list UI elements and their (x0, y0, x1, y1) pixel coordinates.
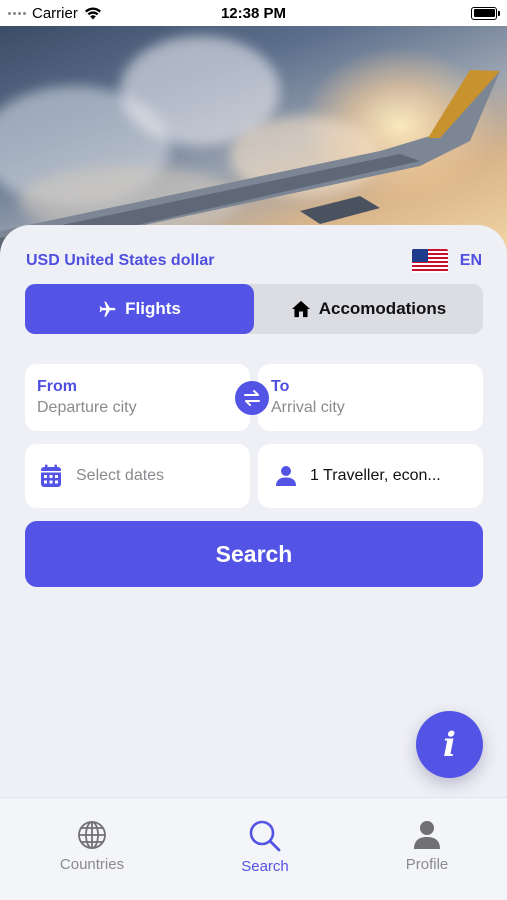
tab-profile[interactable]: Profile (377, 820, 477, 873)
dates-placeholder: Select dates (76, 467, 165, 484)
status-bar: Carrier 12:38 PM (0, 0, 507, 26)
signal-icon (8, 11, 26, 15)
tab-accomodations-label: Accomodations (318, 299, 447, 318)
tab-flights[interactable]: Flights (25, 284, 254, 334)
language-code: EN (459, 252, 482, 269)
search-button[interactable]: Search (25, 521, 483, 587)
tab-flights-label: Flights (125, 299, 181, 318)
from-placeholder: Departure city (37, 399, 137, 416)
calendar-icon (41, 464, 61, 487)
tab-profile-label: Profile (405, 856, 449, 873)
travellers-value: 1 Traveller, econ... (310, 467, 441, 484)
from-field[interactable]: From Departure city (25, 364, 250, 431)
dates-field[interactable]: Select dates (25, 444, 250, 508)
currency-selector[interactable]: USD United States dollar (26, 252, 214, 270)
wifi-icon (84, 7, 101, 20)
tab-countries[interactable]: Countries (42, 820, 142, 873)
globe-icon (78, 821, 106, 849)
to-field[interactable]: To Arrival city (258, 364, 483, 431)
tab-accomodations[interactable]: Accomodations (254, 284, 483, 334)
airplane-icon (99, 301, 116, 317)
to-placeholder: Arrival city (271, 399, 345, 416)
house-icon (291, 300, 310, 318)
mode-segmented-control: Flights Accomodations (25, 284, 483, 334)
tab-search[interactable]: Search (215, 820, 315, 875)
us-flag-icon (411, 249, 448, 273)
from-label: From (37, 378, 77, 395)
status-left: Carrier (8, 5, 102, 22)
tab-countries-label: Countries (59, 856, 125, 873)
hero-image (0, 26, 507, 256)
airplane-wing (0, 70, 500, 256)
swap-icon (244, 390, 260, 406)
travellers-field[interactable]: 1 Traveller, econ... (258, 444, 483, 508)
tab-search-label: Search (241, 858, 289, 875)
search-icon (249, 820, 281, 852)
to-label: To (271, 378, 290, 395)
battery-icon (471, 6, 500, 20)
tab-bar: Countries Search Profile (0, 797, 507, 900)
swap-cities-button[interactable] (235, 381, 269, 415)
person-icon (276, 466, 296, 486)
person-icon (414, 821, 440, 849)
info-button[interactable]: i (416, 711, 483, 778)
carrier-label: Carrier (32, 4, 78, 22)
info-icon: i (443, 724, 456, 765)
language-selector[interactable]: EN (411, 249, 482, 273)
